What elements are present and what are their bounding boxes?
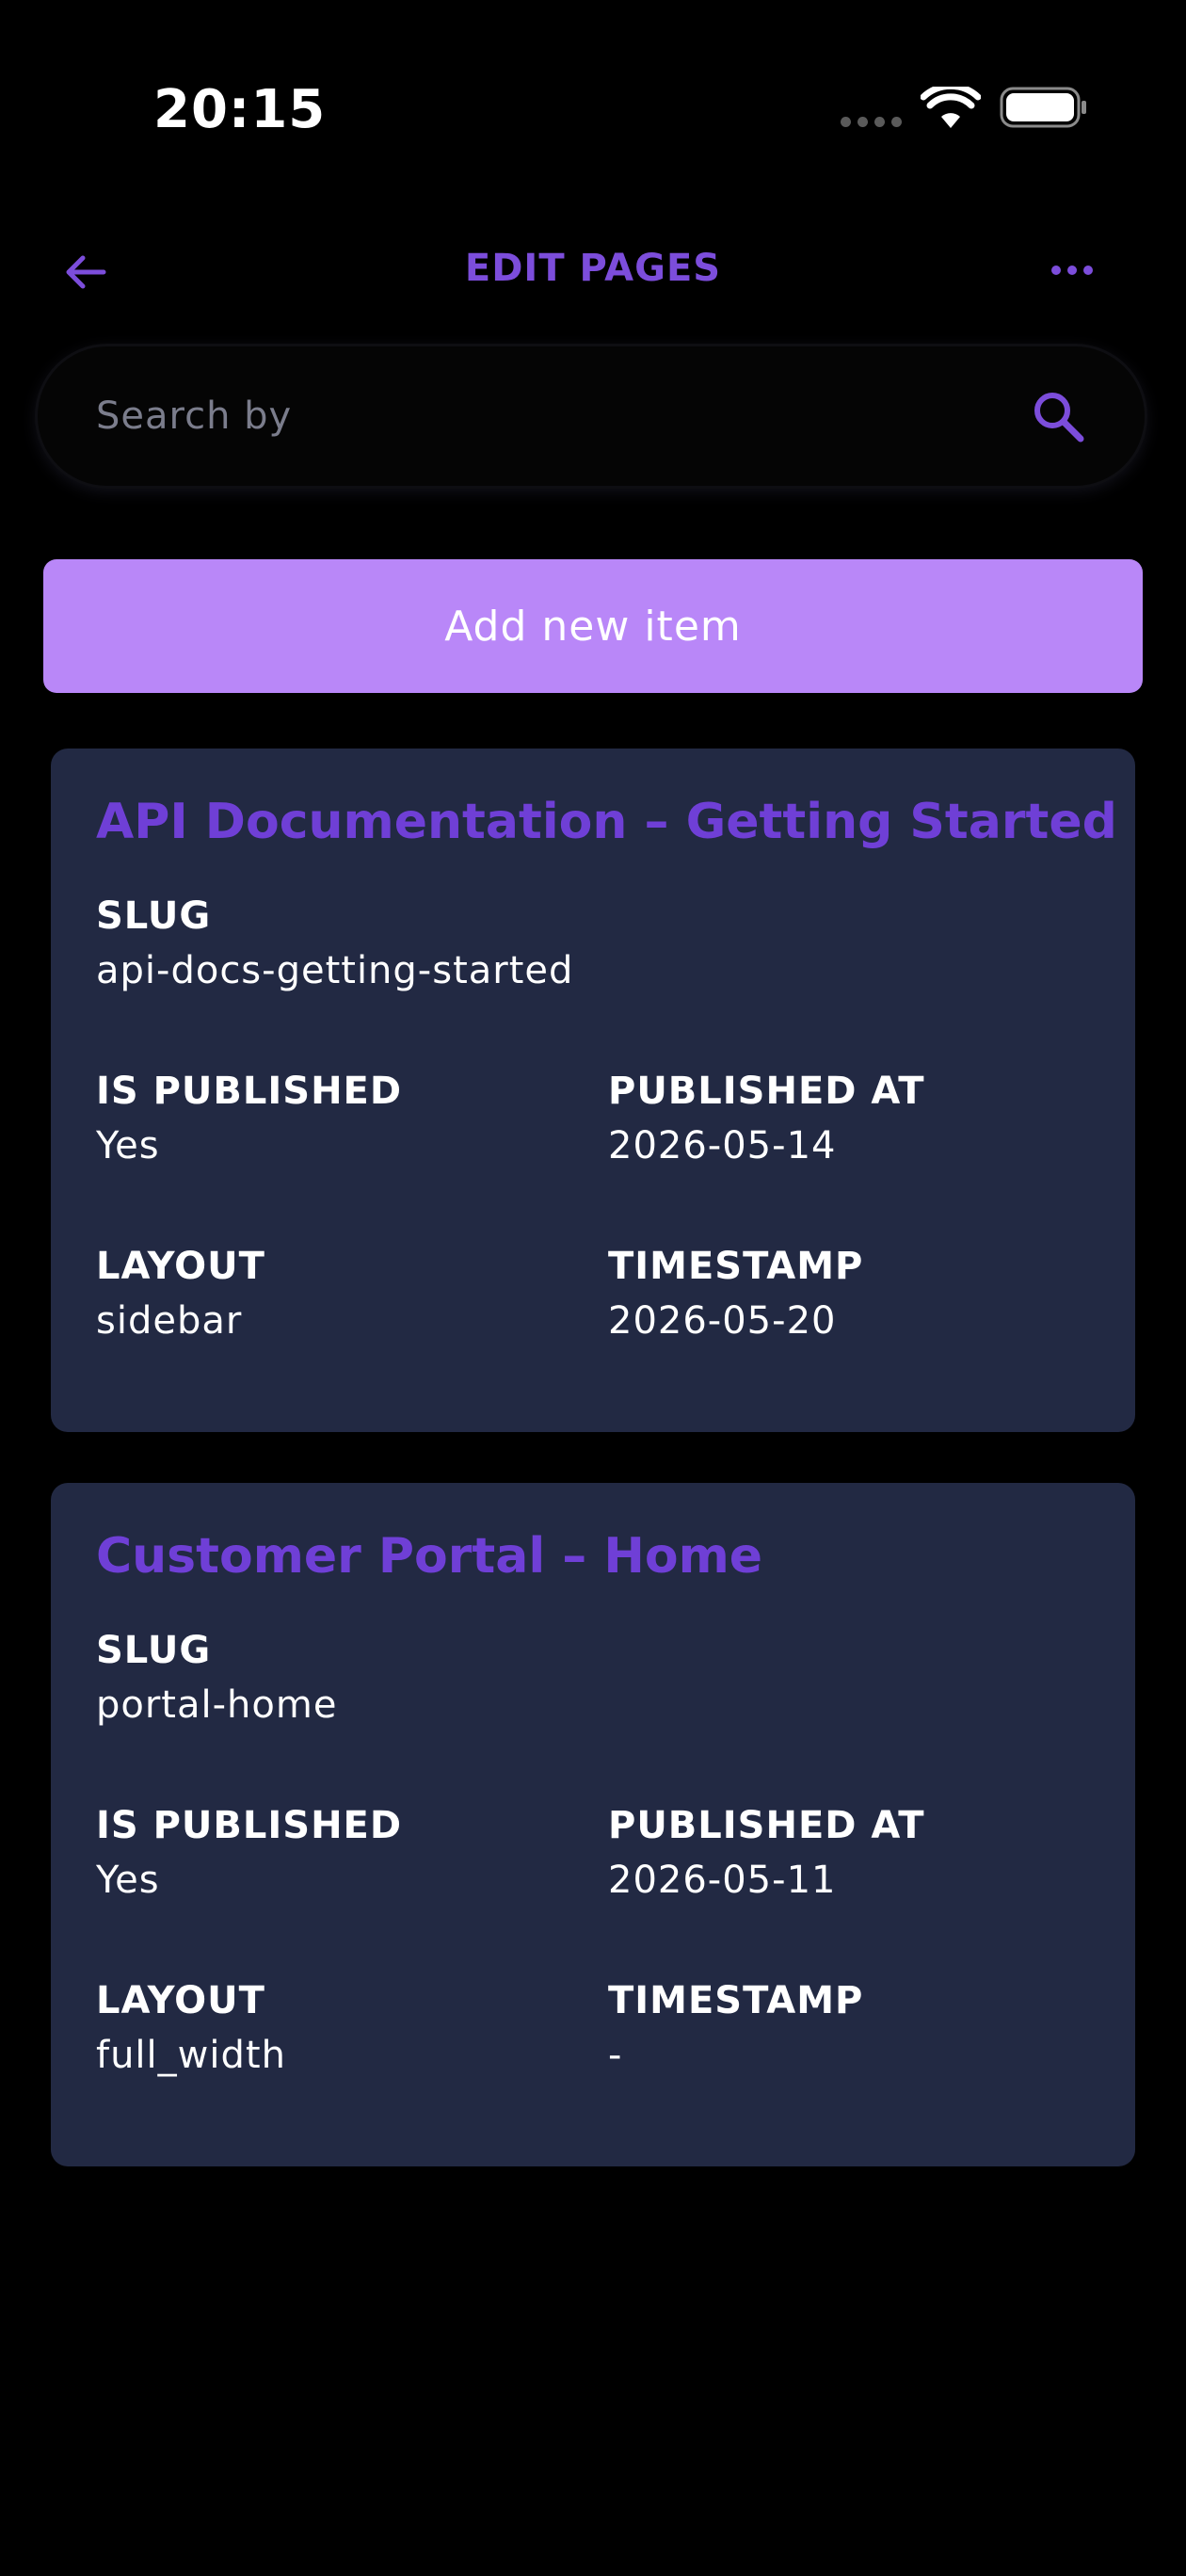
field-is-published: IS PUBLISHED Yes [96,1070,402,1167]
field-published-at: PUBLISHED AT 2026-05-11 [608,1804,925,1902]
field-label: IS PUBLISHED [96,1070,403,1113]
field-value: api-docs-getting-started [96,949,574,992]
field-label: TIMESTAMP [608,1979,864,2022]
field-slug: SLUG api-docs-getting-started [96,894,573,992]
more-horizontal-icon[interactable] [1050,262,1094,279]
cellular-signal-icon [841,117,902,127]
field-label: LAYOUT [96,1245,265,1288]
field-value: portal-home [96,1683,338,1727]
field-value: 2026-05-14 [608,1124,837,1167]
search-bar [38,346,1145,486]
field-published-at: PUBLISHED AT 2026-05-14 [608,1070,925,1167]
field-label: SLUG [96,894,212,938]
field-layout: LAYOUT sidebar [96,1245,265,1343]
field-label: TIMESTAMP [608,1245,864,1288]
field-label: SLUG [96,1629,212,1672]
field-value: full_width [96,2034,286,2077]
wifi-icon [921,87,981,128]
page-card[interactable]: API Documentation – Getting Started SLUG… [51,749,1135,1432]
search-icon[interactable] [1030,388,1086,444]
field-value: sidebar [96,1299,243,1343]
field-value: 2026-05-11 [608,1859,837,1902]
card-title[interactable]: Customer Portal – Home [96,1528,762,1585]
field-value: Yes [96,1859,160,1902]
field-value: Yes [96,1124,160,1167]
search-input[interactable] [96,394,1030,438]
page-title: EDIT PAGES [464,247,722,290]
card-title[interactable]: API Documentation – Getting Started [96,794,1117,850]
status-bar: 20:15 [0,0,1186,188]
field-label: IS PUBLISHED [96,1804,403,1847]
field-label: LAYOUT [96,1979,265,2022]
field-value: 2026-05-20 [608,1299,837,1343]
field-timestamp: TIMESTAMP - [608,1979,863,2077]
add-new-item-button[interactable]: Add new item [43,559,1143,693]
status-time: 20:15 [153,79,327,140]
field-value: - [608,2034,623,2077]
page-card[interactable]: Customer Portal – Home SLUG portal-home … [51,1483,1135,2166]
screen: 20:15 EDIT PAGES Search by Add new item … [0,0,1186,2576]
nav-bar: EDIT PAGES [0,226,1186,316]
field-label: PUBLISHED AT [608,1804,925,1847]
field-layout: LAYOUT full_width [96,1979,286,2077]
battery-icon [1000,87,1086,128]
field-timestamp: TIMESTAMP 2026-05-20 [608,1245,863,1343]
field-slug: SLUG portal-home [96,1629,337,1727]
field-label: PUBLISHED AT [608,1070,925,1113]
field-is-published: IS PUBLISHED Yes [96,1804,402,1902]
